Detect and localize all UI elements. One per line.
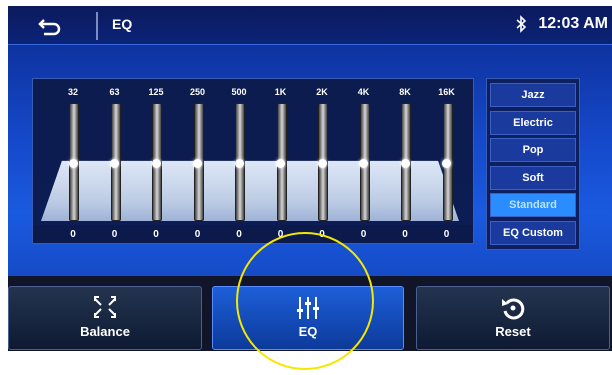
band-value: 0 <box>402 229 408 240</box>
band-label: 125 <box>148 87 164 97</box>
balance-label: Balance <box>80 324 130 339</box>
band-value: 0 <box>277 229 284 240</box>
bluetooth-icon <box>516 15 527 33</box>
eq-panel: 32 0 63 0 125 0 250 0 500 0 1K 0 2K 0 4K 0 8K 0 16K 0 <box>32 78 474 244</box>
band-value: 0 <box>443 229 450 240</box>
slider-knob[interactable] <box>234 159 244 168</box>
band-label: 32 <box>67 87 78 97</box>
preset-item[interactable]: Jazz <box>490 83 576 107</box>
back-arrow-icon <box>38 19 61 36</box>
reset-label: Reset <box>495 324 531 339</box>
preset-item[interactable]: Electric <box>490 110 576 135</box>
eq-sliders-icon <box>297 297 319 319</box>
preset-item[interactable]: Pop <box>490 138 576 162</box>
bottom-bar: Balance EQ Reset <box>8 276 612 351</box>
preset-item[interactable]: Soft <box>490 165 576 190</box>
page-title: EQ <box>112 16 133 32</box>
preset-list: Jazz Electric Pop Soft Standard EQ Custom <box>486 78 580 250</box>
band-label: 8K <box>399 87 411 97</box>
top-bar: EQ 12:03 AM <box>8 6 612 45</box>
slider-knob[interactable] <box>68 159 78 168</box>
preset-item[interactable]: EQ Custom <box>490 220 576 245</box>
head-unit-screen: EQ 12:03 AM 32 0 63 0 125 0 250 0 500 0 1K 0 2K 0 4K 0 8… <box>8 6 612 351</box>
slider-knob[interactable] <box>110 159 119 168</box>
band-label: 63 <box>109 87 120 97</box>
slider-knob[interactable] <box>151 159 161 168</box>
band-label: 250 <box>189 87 206 97</box>
eq-button[interactable]: EQ <box>212 286 404 350</box>
band-value: 0 <box>111 229 118 240</box>
band-label: 500 <box>231 87 247 97</box>
title-divider <box>96 12 98 40</box>
band-label: 2K <box>316 87 328 97</box>
band-value: 0 <box>360 229 367 240</box>
balance-button[interactable]: Balance <box>8 286 202 350</box>
band-value: 0 <box>236 229 242 240</box>
band-label: 16K <box>438 87 455 97</box>
band-label: 1K <box>274 87 287 97</box>
band-label: 4K <box>357 87 370 97</box>
slider-knob[interactable] <box>317 159 327 168</box>
band-value: 0 <box>153 229 159 240</box>
eq-curve-fill <box>41 160 459 221</box>
clock: 12:03 AM <box>538 15 608 32</box>
balance-icon <box>94 296 116 318</box>
slider-knob[interactable] <box>442 159 451 168</box>
slider-knob[interactable] <box>276 159 285 168</box>
reset-icon <box>502 298 525 320</box>
band-value: 0 <box>194 229 201 240</box>
status-area: 12:03 AM <box>514 15 608 33</box>
slider-knob[interactable] <box>193 159 202 168</box>
band-value: 0 <box>70 229 76 240</box>
back-button[interactable] <box>30 14 70 38</box>
band-value: 0 <box>319 229 325 240</box>
slider-knob[interactable] <box>359 159 368 168</box>
slider-knob[interactable] <box>400 159 410 168</box>
preset-item[interactable]: Standard <box>490 193 576 217</box>
eq-label: EQ <box>298 324 318 339</box>
reset-button[interactable]: Reset <box>416 286 610 350</box>
